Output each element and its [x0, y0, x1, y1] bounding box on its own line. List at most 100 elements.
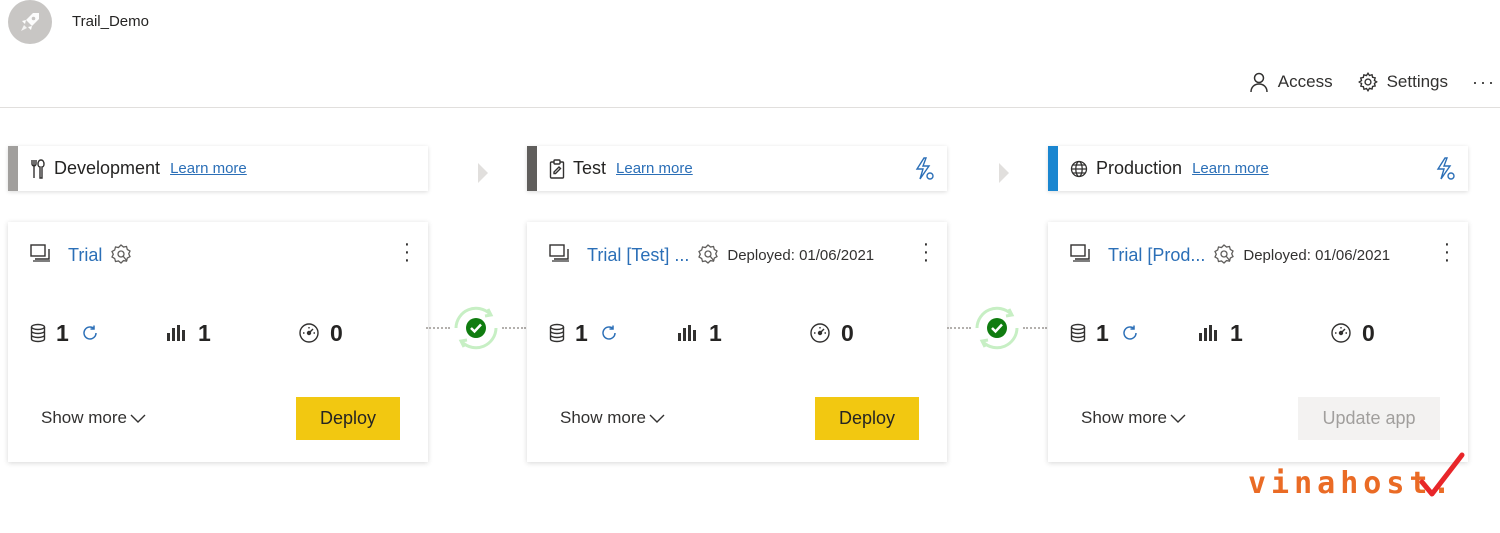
stage-title: Test — [573, 158, 607, 178]
gauge-icon — [1331, 323, 1351, 343]
show-more-button[interactable]: Show more — [1081, 408, 1187, 428]
datasets-count: 1 — [1096, 319, 1109, 346]
stage-color-bar — [8, 146, 18, 191]
deploy-button[interactable]: Deploy — [296, 397, 400, 440]
rocket-icon — [21, 13, 39, 31]
access-label: Access — [1277, 72, 1333, 91]
deployment-rules-icon[interactable] — [1434, 157, 1456, 186]
chevron-down-icon — [130, 414, 146, 423]
dashboards-metric: 0 — [298, 318, 343, 348]
datasets-metric: 1 — [1070, 318, 1139, 348]
reports-count: 1 — [198, 319, 211, 346]
workspace-link[interactable]: Trial [Test] ... — [587, 245, 689, 266]
reports-metric: 1 — [166, 318, 211, 348]
card-more-button[interactable]: · · · — [921, 234, 931, 270]
workspace-icon — [1070, 243, 1092, 267]
card-title-row: Trial — [30, 242, 414, 268]
workspace-link[interactable]: Trial — [68, 245, 102, 266]
card-title-row: Trial [Test] ... Deployed: 01/06/2021 — [549, 242, 933, 268]
update-app-button[interactable]: Update app — [1298, 397, 1440, 440]
dashboards-metric: 0 — [1330, 318, 1375, 348]
chevron-down-icon — [1170, 414, 1186, 423]
dashboards-count: 0 — [1362, 319, 1375, 346]
gauge-icon — [299, 323, 319, 343]
settings-button[interactable]: Settings — [1357, 71, 1448, 93]
show-more-label: Show more — [1081, 408, 1167, 427]
learn-more-link[interactable]: Learn more — [1192, 160, 1269, 177]
stage-card-test: Trial [Test] ... Deployed: 01/06/2021 · ·… — [527, 222, 947, 462]
refresh-icon[interactable] — [81, 324, 99, 342]
deploy-button[interactable]: Deploy — [815, 397, 919, 440]
learn-more-link[interactable]: Learn more — [170, 160, 247, 177]
show-more-button[interactable]: Show more — [41, 408, 147, 428]
stage-arrow — [478, 163, 488, 183]
reports-metric: 1 — [1198, 318, 1243, 348]
connector-line — [947, 327, 971, 329]
bar-chart-icon — [678, 325, 696, 341]
refresh-icon[interactable] — [1121, 324, 1139, 342]
database-icon — [1070, 323, 1086, 343]
deployed-date: Deployed: 01/06/2021 — [727, 246, 875, 264]
reports-count: 1 — [1230, 319, 1243, 346]
clipboard-icon — [549, 158, 565, 179]
dashboards-count: 0 — [330, 319, 343, 346]
sync-check-icon — [975, 306, 1019, 350]
bar-chart-icon — [167, 325, 185, 341]
connector-line — [426, 327, 450, 329]
sync-connector — [426, 305, 526, 351]
sync-check-icon — [454, 306, 498, 350]
card-metrics: 1 1 0 — [1070, 318, 1454, 348]
stage-card-development: Trial · · · 1 1 0 Show more Deploy — [8, 222, 428, 462]
workspace-name: Trail_Demo — [72, 13, 149, 30]
show-more-label: Show more — [41, 408, 127, 427]
certified-badge-icon — [110, 244, 132, 266]
stage-title: Production — [1096, 158, 1183, 178]
workspace-avatar — [8, 0, 52, 44]
gauge-icon — [810, 323, 830, 343]
stage-header-development: Development Learn more — [8, 146, 428, 191]
deployed-date: Deployed: 01/06/2021 — [1243, 246, 1391, 264]
access-button[interactable]: Access — [1248, 71, 1333, 93]
card-metrics: 1 1 0 — [30, 318, 414, 348]
stage-color-bar — [1048, 146, 1058, 191]
card-title-row: Trial [Prod... Deployed: 01/06/2021 — [1070, 242, 1454, 268]
reports-count: 1 — [709, 319, 722, 346]
tools-icon — [30, 158, 46, 179]
learn-more-link[interactable]: Learn more — [616, 160, 693, 177]
certified-badge-icon — [697, 244, 719, 266]
card-metrics: 1 1 0 — [549, 318, 933, 348]
connector-line — [1023, 327, 1047, 329]
database-icon — [30, 323, 46, 343]
chevron-down-icon — [649, 414, 665, 423]
stage-card-production: Trial [Prod... Deployed: 01/06/2021 · · · … — [1048, 222, 1468, 462]
stage-title: Development — [54, 158, 161, 178]
header-divider — [0, 107, 1500, 108]
top-actions: Access Settings ··· — [1248, 66, 1500, 98]
reports-metric: 1 — [677, 318, 722, 348]
stage-header-production: Production Learn more — [1048, 146, 1468, 191]
settings-label: Settings — [1386, 72, 1449, 91]
stage-header-test: Test Learn more — [527, 146, 947, 191]
dashboards-metric: 0 — [809, 318, 854, 348]
stage-arrow — [999, 163, 1009, 183]
database-icon — [549, 323, 565, 343]
workspace-link[interactable]: Trial [Prod... — [1108, 245, 1205, 266]
refresh-icon[interactable] — [600, 324, 618, 342]
datasets-count: 1 — [56, 319, 69, 346]
bar-chart-icon — [1199, 325, 1217, 341]
more-options-button[interactable]: ··· — [1472, 72, 1496, 93]
stage-color-bar — [527, 146, 537, 191]
datasets-metric: 1 — [30, 318, 99, 348]
globe-icon — [1070, 160, 1088, 178]
check-mark-icon — [1419, 452, 1465, 497]
workspace-icon — [30, 243, 52, 267]
card-more-button[interactable]: · · · — [402, 234, 412, 270]
person-icon — [1250, 72, 1268, 93]
dashboards-count: 0 — [841, 319, 854, 346]
card-more-button[interactable]: · · · — [1442, 234, 1452, 270]
show-more-label: Show more — [560, 408, 646, 427]
sync-connector — [947, 305, 1047, 351]
gear-icon — [1357, 72, 1378, 92]
show-more-button[interactable]: Show more — [560, 408, 666, 428]
deployment-rules-icon[interactable] — [913, 157, 935, 186]
